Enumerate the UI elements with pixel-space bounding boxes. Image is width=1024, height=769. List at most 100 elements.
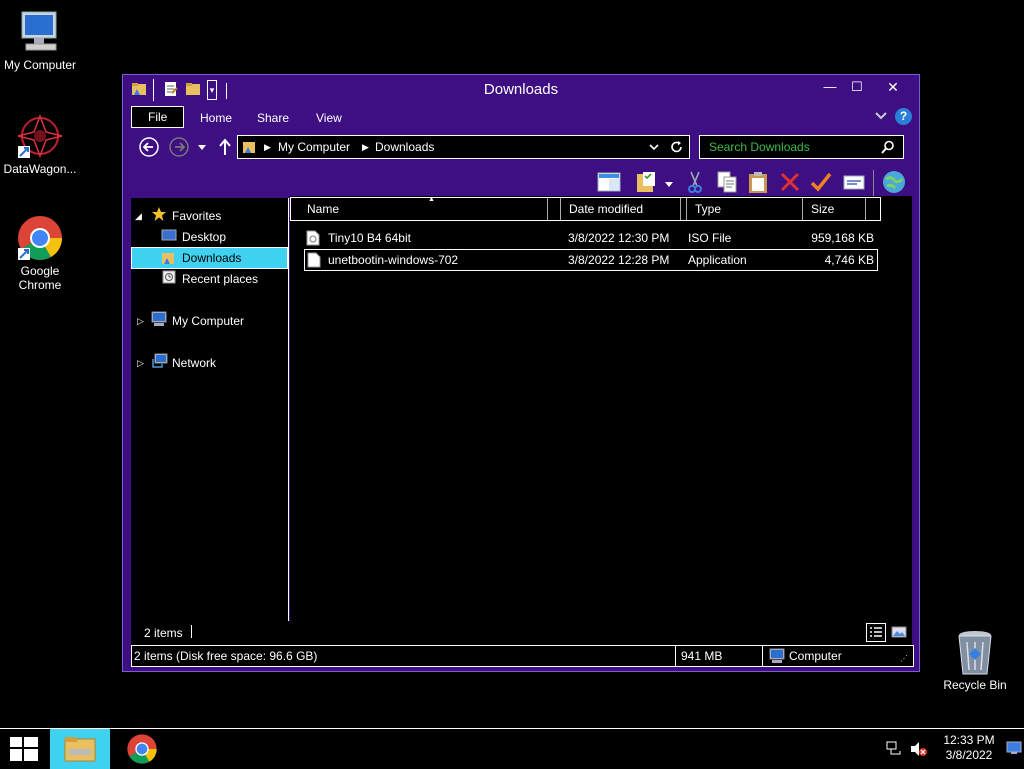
- tab-file[interactable]: File: [131, 106, 185, 128]
- maximize-button[interactable]: ☐: [844, 77, 870, 97]
- address-dropdown-icon[interactable]: [648, 141, 660, 156]
- minimize-button[interactable]: —: [817, 77, 843, 97]
- file-row-selected[interactable]: unetbootin-windows-702 3/8/2022 12:28 PM…: [304, 249, 878, 271]
- chrome-icon: [127, 734, 157, 764]
- forward-icon[interactable]: [169, 137, 189, 157]
- breadcrumb-chevron-icon: ▶: [362, 142, 369, 152]
- clock-time: 12:33 PM: [943, 733, 995, 747]
- desktop-icon-google-chrome[interactable]: Google Chrome: [0, 214, 80, 292]
- delete-icon[interactable]: [778, 170, 802, 194]
- nav-my-computer[interactable]: My Computer: [172, 311, 244, 331]
- taskbar-clock[interactable]: 12:33 PM 3/8/2022: [936, 733, 1002, 763]
- tab-share[interactable]: Share: [247, 108, 299, 128]
- status-bar: 2 items (Disk free space: 96.6 GB) 941 M…: [131, 645, 914, 667]
- clock-date: 3/8/2022: [945, 748, 993, 762]
- column-size[interactable]: Size: [803, 198, 866, 220]
- chrome-icon: [16, 214, 64, 262]
- search-icon[interactable]: [881, 140, 895, 157]
- window-title: Downloads: [483, 81, 559, 98]
- copy-icon[interactable]: [715, 170, 739, 194]
- expand-chevron-icon[interactable]: ▷: [137, 311, 144, 331]
- downloads-folder-icon: [161, 250, 177, 269]
- status-divider: [191, 625, 192, 638]
- toolbar-divider: [873, 170, 874, 196]
- file-size: 959,168 KB: [811, 231, 874, 245]
- globe-icon[interactable]: [882, 170, 906, 194]
- rename-check-icon[interactable]: [809, 170, 833, 194]
- column-type[interactable]: Type: [687, 198, 803, 220]
- cut-icon[interactable]: [683, 170, 707, 194]
- desktop-icon-recycle-bin[interactable]: Recycle Bin: [935, 630, 1015, 692]
- preview-pane-icon[interactable]: [597, 170, 621, 194]
- monitor-icon: [16, 8, 64, 56]
- tab-view[interactable]: View: [306, 108, 352, 128]
- desktop-icon-label: DataWagon...: [3, 162, 77, 176]
- expand-ribbon-icon[interactable]: [875, 109, 887, 124]
- nav-recent-places[interactable]: Recent places: [182, 269, 258, 289]
- status-divider: [675, 646, 676, 666]
- search-box[interactable]: Search Downloads: [699, 135, 904, 159]
- column-date-modified[interactable]: Date modified: [561, 198, 681, 220]
- tab-home[interactable]: Home: [190, 108, 242, 128]
- breadcrumb-my-computer[interactable]: My Computer: [278, 136, 350, 158]
- status-size: 941 MB: [681, 649, 723, 663]
- back-icon[interactable]: [139, 137, 159, 157]
- resize-grip-icon[interactable]: ⋰: [900, 654, 908, 663]
- nav-downloads: Downloads: [182, 251, 242, 265]
- desktop-icon-label: My Computer: [3, 58, 77, 72]
- recycle-bin-icon: [955, 630, 995, 676]
- properties-card-icon[interactable]: [842, 170, 866, 194]
- computer-icon: [768, 648, 786, 667]
- column-header-row: Name Date modified Type Size: [290, 197, 881, 221]
- file-type: Application: [688, 253, 747, 267]
- file-row[interactable]: Tiny10 B4 64bit 3/8/2022 12:30 PM ISO Fi…: [304, 228, 878, 248]
- taskbar-chrome-button[interactable]: [126, 733, 158, 765]
- desktop-icon-my-computer[interactable]: My Computer: [0, 8, 80, 72]
- network-status-icon[interactable]: [886, 741, 902, 760]
- start-button[interactable]: [10, 737, 38, 761]
- network-icon: [150, 353, 168, 373]
- computer-icon: [150, 311, 168, 331]
- paste-icon[interactable]: [746, 170, 770, 194]
- breadcrumb-chevron-icon: ▶: [264, 142, 271, 152]
- collapse-chevron-icon[interactable]: ◢: [135, 206, 142, 226]
- nav-desktop[interactable]: Desktop: [182, 227, 226, 247]
- nav-downloads-selected[interactable]: Downloads: [131, 247, 288, 269]
- file-date: 3/8/2022 12:28 PM: [568, 253, 670, 267]
- refresh-icon[interactable]: [670, 140, 684, 157]
- taskbar-explorer-button[interactable]: [50, 729, 110, 769]
- address-bar[interactable]: ▶ My Computer ▶ Downloads: [237, 135, 690, 159]
- application-file-icon: [307, 252, 321, 274]
- desktop-folder-icon: [161, 227, 177, 247]
- search-input[interactable]: Search Downloads: [709, 136, 810, 158]
- folder-options-dropdown-icon[interactable]: [665, 177, 673, 191]
- nav-favorites[interactable]: Favorites: [172, 206, 221, 226]
- desktop-icon-datawagon[interactable]: DataWagon...: [0, 112, 80, 176]
- file-size: 4,746 KB: [824, 253, 874, 267]
- show-desktop-icon[interactable]: [1006, 741, 1022, 758]
- breadcrumb-downloads[interactable]: Downloads: [375, 136, 434, 158]
- expand-chevron-icon[interactable]: ▷: [137, 353, 144, 373]
- desktop-icon-label: Recycle Bin: [943, 678, 1007, 692]
- folder-icon: [242, 139, 258, 155]
- folder-options-icon[interactable]: [635, 170, 659, 194]
- large-icons-view-icon[interactable]: [891, 624, 907, 640]
- star-icon: [151, 206, 167, 226]
- datawagon-icon: [16, 112, 64, 160]
- close-button[interactable]: ✕: [871, 77, 915, 97]
- details-view-icon[interactable]: [866, 623, 886, 642]
- nav-network[interactable]: Network: [172, 353, 216, 373]
- navigation-pane[interactable]: ◢ Favorites Desktop Downloads Recent pla…: [131, 198, 289, 621]
- column-name[interactable]: Name: [291, 198, 548, 220]
- file-list-pane[interactable]: ▲ Name Date modified Type Size Tiny10 B4…: [290, 196, 912, 621]
- desktop-icon-label: Google Chrome: [18, 264, 62, 292]
- file-name: unetbootin-windows-702: [328, 253, 459, 267]
- volume-muted-icon[interactable]: [910, 741, 928, 760]
- details-bar: 2 items: [131, 621, 912, 645]
- explorer-window[interactable]: ▾ Downloads — ☐ ✕ File Home Share View ?…: [122, 74, 920, 672]
- help-icon[interactable]: ?: [895, 108, 912, 125]
- recent-locations-icon[interactable]: [197, 141, 207, 151]
- up-icon[interactable]: [217, 138, 233, 156]
- file-name: Tiny10 B4 64bit: [328, 231, 411, 245]
- item-count: 2 items: [144, 626, 183, 640]
